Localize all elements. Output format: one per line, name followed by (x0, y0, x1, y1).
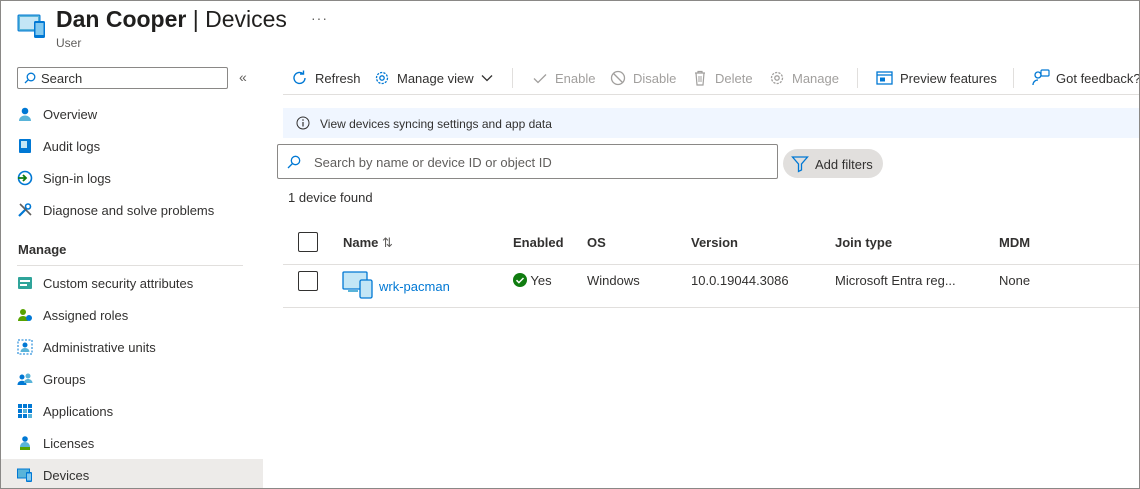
column-header-mdm[interactable]: MDM (999, 235, 1030, 250)
sidebar-item-groups[interactable]: Groups (1, 363, 263, 395)
sidebar-item-label: Devices (43, 468, 90, 483)
sign-in-icon (17, 170, 33, 186)
feedback-label: Got feedback? (1056, 71, 1140, 86)
column-header-version[interactable]: Version (691, 235, 738, 250)
device-search[interactable] (277, 144, 778, 179)
manage-view-label: Manage view (397, 71, 474, 86)
page-title-section: Devices (205, 6, 287, 32)
add-filters-label: Add filters (815, 157, 873, 172)
sidebar-item-sign-in-logs[interactable]: Sign-in logs (1, 162, 263, 194)
devices-icon (17, 468, 32, 482)
section-divider (17, 265, 243, 266)
sidebar-item-label: Groups (43, 372, 86, 387)
sidebar-item-administrative-units[interactable]: Administrative units (1, 331, 263, 363)
manage-label: Manage (792, 71, 839, 86)
admin-units-icon (17, 339, 33, 355)
column-header-os[interactable]: OS (587, 235, 606, 250)
info-icon (296, 116, 310, 130)
sidebar-item-label: Overview (43, 107, 98, 122)
sidebar-item-diagnose[interactable]: Diagnose and solve problems (1, 194, 263, 226)
info-banner[interactable]: View devices syncing settings and app da… (283, 108, 1139, 138)
sidebar-section-manage: Manage (18, 242, 67, 257)
page-subtitle: User (56, 36, 82, 50)
sidebar-item-custom-security-attributes[interactable]: Custom security attributes (1, 267, 263, 299)
person-icon (19, 107, 31, 121)
preview-features-icon (876, 71, 893, 85)
sidebar-item-applications[interactable]: Applications (1, 395, 263, 427)
block-icon (610, 70, 626, 86)
column-header-name-label: Name (343, 235, 379, 250)
check-circle-icon (513, 273, 527, 287)
sidebar-item-assigned-roles[interactable]: Assigned roles (1, 299, 263, 331)
command-bar: Refresh Manage view Enable Disable Delet… (283, 61, 1140, 95)
column-header-enabled[interactable]: Enabled (513, 235, 564, 250)
sort-icon[interactable]: ⇅ (382, 235, 393, 250)
sidebar-item-label: Sign-in logs (43, 171, 111, 186)
sidebar-item-label: Administrative units (43, 340, 156, 355)
enable-label: Enable (555, 71, 596, 86)
device-header-icon (17, 14, 45, 38)
refresh-label: Refresh (315, 71, 361, 86)
feedback-icon (1032, 69, 1050, 86)
table-row-divider (283, 307, 1139, 308)
info-banner-text: View devices syncing settings and app da… (320, 117, 552, 131)
page-title: Dan Cooper | Devices (56, 6, 287, 33)
row-checkbox[interactable] (298, 271, 318, 291)
sidebar-item-label: Custom security attributes (43, 276, 194, 291)
device-enabled-cell: Yes (513, 273, 552, 288)
device-version-cell: 10.0.19044.3086 (691, 273, 789, 288)
title-separator: | (186, 6, 206, 32)
chevron-down-icon (481, 75, 493, 82)
device-os-cell: Windows (587, 273, 640, 288)
wrench-icon (18, 203, 32, 217)
gear-icon (770, 71, 784, 85)
sidebar-item-overview[interactable]: Overview (1, 98, 263, 130)
device-enabled-value: Yes (530, 273, 552, 288)
licenses-icon (20, 436, 30, 450)
gear-icon (375, 71, 389, 85)
preview-features-label: Preview features (900, 71, 997, 86)
app-frame: Dan Cooper | Devices ··· User « Overview… (0, 0, 1140, 489)
sidebar-item-licenses[interactable]: Licenses (1, 427, 263, 459)
trash-icon (695, 70, 705, 86)
applications-icon (18, 404, 32, 418)
device-join-type-cell: Microsoft Entra reg... (835, 273, 956, 288)
more-options-button[interactable]: ··· (311, 10, 328, 26)
search-icon (24, 72, 36, 84)
table-header-divider (283, 264, 1139, 265)
audit-log-icon (19, 139, 31, 153)
delete-label: Delete (715, 71, 753, 86)
filter-icon (791, 156, 809, 173)
toolbar-divider (857, 68, 858, 88)
refresh-icon (293, 70, 306, 85)
groups-icon (17, 373, 33, 385)
select-all-checkbox[interactable] (298, 232, 318, 252)
roles-icon (18, 309, 32, 321)
device-mdm-cell: None (999, 273, 1031, 288)
disable-label: Disable (633, 71, 677, 86)
toolbar-divider (512, 68, 513, 88)
search-icon (287, 155, 301, 169)
sidebar-item-label: Audit logs (43, 139, 101, 154)
sidebar-item-audit-logs[interactable]: Audit logs (1, 130, 263, 162)
device-icon (342, 271, 373, 299)
sidebar-item-label: Assigned roles (43, 308, 129, 323)
sidebar-item-label: Diagnose and solve problems (43, 203, 215, 218)
device-search-input[interactable] (314, 154, 764, 170)
toolbar-divider (1013, 68, 1014, 88)
column-header-join-type[interactable]: Join type (835, 235, 892, 250)
checkmark-icon (533, 74, 547, 84)
collapse-sidebar-button[interactable]: « (239, 69, 247, 85)
sidebar-item-label: Licenses (43, 436, 95, 451)
sidebar-search[interactable] (17, 67, 228, 89)
page-title-user: Dan Cooper (56, 6, 187, 32)
sidebar-search-input[interactable] (41, 70, 221, 86)
sidebar-item-devices[interactable]: Devices (1, 459, 263, 488)
device-name-link[interactable]: wrk-pacman (379, 279, 450, 294)
result-count: 1 device found (288, 190, 373, 205)
sidebar-item-label: Applications (43, 404, 114, 419)
security-attributes-icon (18, 277, 32, 289)
add-filters-button[interactable]: Add filters (783, 149, 883, 178)
column-header-name[interactable]: Name ⇅ (343, 235, 393, 251)
